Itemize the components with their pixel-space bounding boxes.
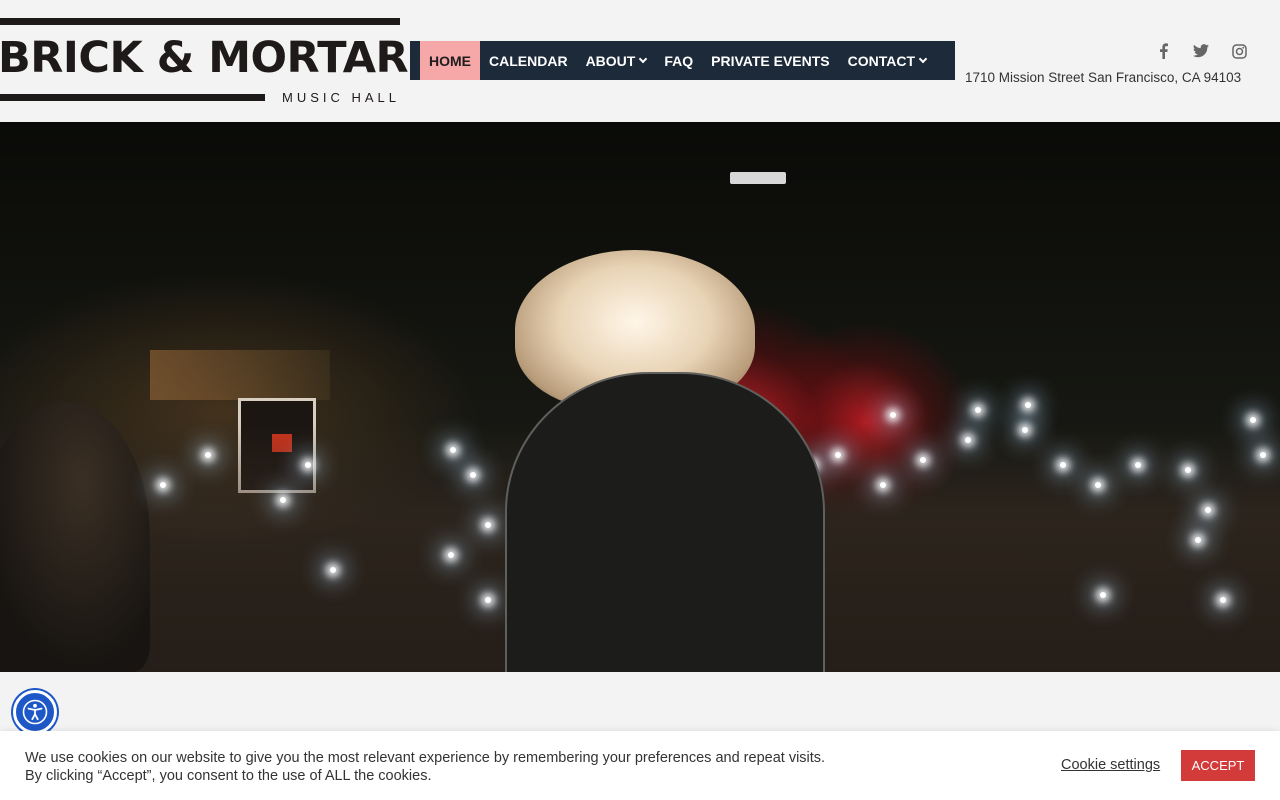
chevron-down-icon: [639, 54, 648, 63]
phone-light: [1220, 597, 1226, 603]
phone-light: [1022, 427, 1028, 433]
nav-label: CALENDAR: [489, 52, 568, 69]
phone-light: [1095, 482, 1101, 488]
nav-label: FAQ: [664, 52, 694, 69]
phone-light: [1250, 417, 1256, 423]
phone-light: [470, 472, 476, 478]
cookie-message-line: We use cookies on our website to give yo…: [25, 750, 826, 766]
logo-bottom-bar: [0, 94, 265, 101]
accept-cookies-button[interactable]: ACCEPT: [1181, 750, 1255, 781]
phone-light: [205, 452, 211, 458]
ceiling-lamp: [730, 172, 786, 184]
phone-light: [920, 457, 926, 463]
cookie-settings-link[interactable]: Cookie settings: [1061, 757, 1160, 773]
phone-light: [448, 552, 454, 558]
phone-light: [305, 462, 311, 468]
phone-light: [1205, 507, 1211, 513]
nav-label: CONTACT: [847, 52, 916, 69]
instagram-icon[interactable]: [1229, 41, 1249, 61]
phone-light: [1195, 537, 1201, 543]
nav-label: ABOUT: [585, 52, 636, 69]
venue-address: 1710 Mission Street San Francisco, CA 94…: [965, 70, 1242, 85]
phone-light: [835, 452, 841, 458]
phone-light: [965, 437, 971, 443]
phone-light: [880, 482, 886, 488]
phone-light: [1025, 402, 1031, 408]
accessibility-icon: [22, 699, 48, 725]
nav-item-contact[interactable]: CONTACT: [839, 41, 935, 80]
phone-light: [450, 447, 456, 453]
logo-wordmark: BRICK & MORTAR: [0, 33, 409, 83]
nav-item-home[interactable]: HOME: [420, 41, 480, 80]
accessibility-button[interactable]: [13, 690, 57, 734]
hero-image: [0, 122, 1280, 672]
nav-label: HOME: [429, 52, 471, 69]
nav-label: PRIVATE EVENTS: [711, 52, 830, 69]
phone-light: [330, 567, 336, 573]
nav-item-faq[interactable]: FAQ: [655, 41, 702, 80]
phone-light: [280, 497, 286, 503]
main-nav: HOME CALENDAR ABOUT FAQ PRIVATE EVENTS C…: [410, 41, 955, 80]
logo-top-bar: [0, 18, 400, 25]
phone-light: [1060, 462, 1066, 468]
cookie-message-line: By clicking “Accept”, you consent to the…: [25, 768, 432, 784]
chevron-down-icon: [918, 54, 928, 63]
twitter-icon[interactable]: [1191, 41, 1211, 61]
cookie-banner: We use cookies on our website to give yo…: [0, 731, 1280, 800]
bar-area: [150, 350, 330, 400]
phone-light: [1185, 467, 1191, 473]
phone-light: [1100, 592, 1106, 598]
nav-item-calendar[interactable]: CALENDAR: [480, 41, 577, 80]
brick-and-mortar-logo[interactable]: BRICK & MORTAR MUSIC HALL: [0, 18, 409, 106]
site-header: BRICK & MORTAR MUSIC HALL HOME CALENDAR …: [0, 0, 1280, 122]
phone-light: [975, 407, 981, 413]
phone-light: [890, 412, 896, 418]
cookie-message: We use cookies on our website to give yo…: [25, 749, 925, 785]
facebook-icon[interactable]: [1153, 41, 1173, 61]
phone-light: [485, 597, 491, 603]
nav-item-private-events[interactable]: PRIVATE EVENTS: [702, 41, 839, 80]
phone-light: [485, 522, 491, 528]
logo-subtitle: MUSIC HALL: [282, 90, 401, 105]
phone-light: [160, 482, 166, 488]
nav-item-about[interactable]: ABOUT: [577, 41, 656, 80]
phone-light: [1260, 452, 1266, 458]
performer: [505, 372, 825, 672]
phone-light: [1135, 462, 1141, 468]
